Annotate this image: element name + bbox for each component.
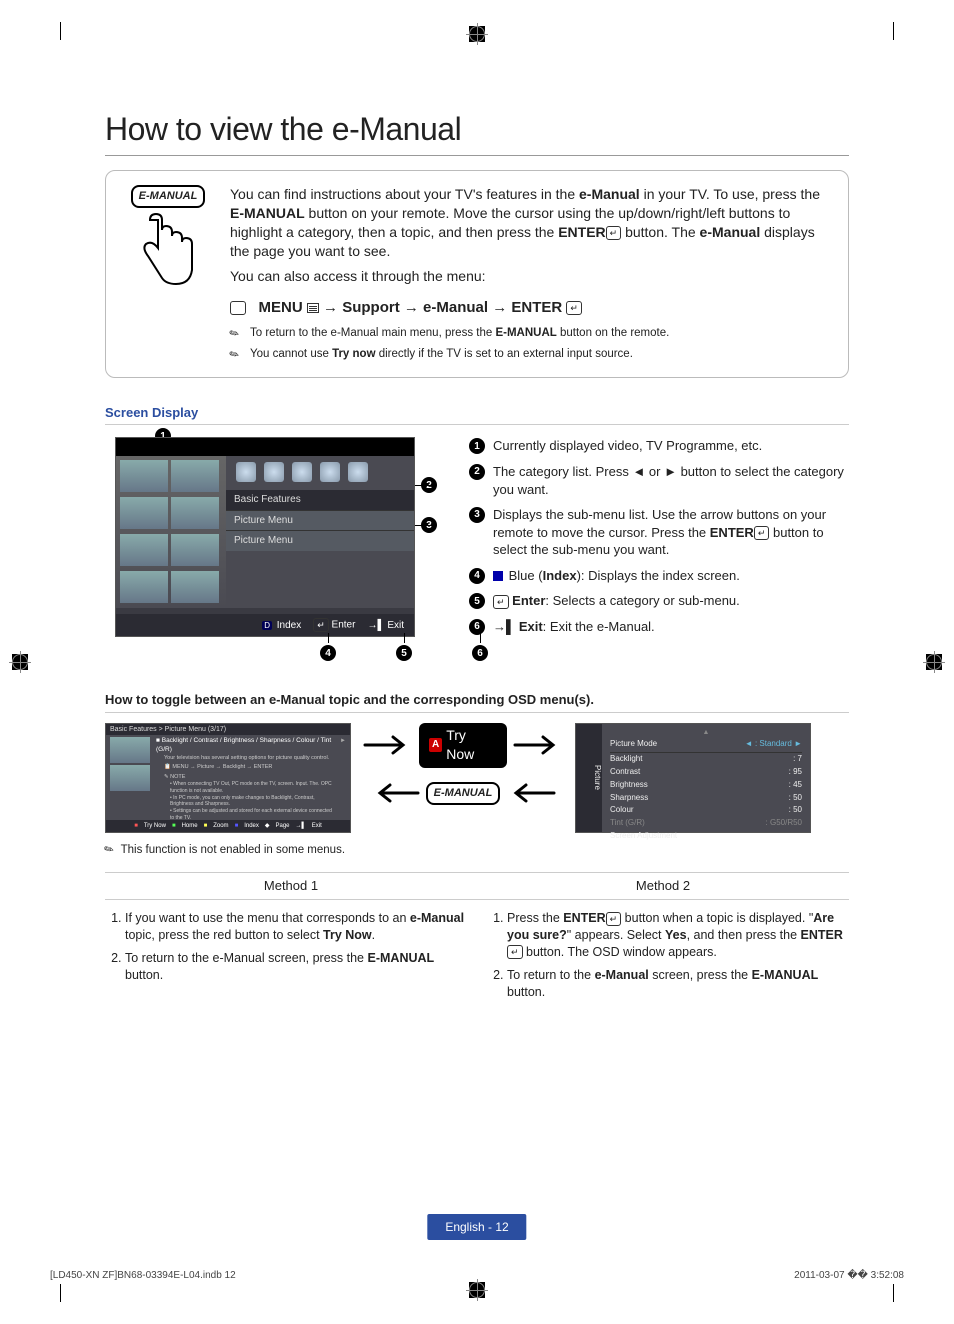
registration-mark xyxy=(12,654,28,670)
intro-paragraph-2: You can also access it through the menu: xyxy=(230,267,828,286)
screen-display-heading: Screen Display xyxy=(105,404,849,426)
method2-heading: Method 2 xyxy=(477,873,849,899)
note-icon: ✎ xyxy=(102,842,118,860)
emanual-pill: E-MANUAL xyxy=(426,782,501,805)
menu-icon xyxy=(307,303,319,313)
note-2: ✎ You cannot use Try now directly if the… xyxy=(230,347,828,363)
try-now-pill: ATry Now xyxy=(419,723,507,768)
enter-icon: ↵ xyxy=(493,595,509,609)
crop-mark xyxy=(893,1284,894,1302)
legend-5: ↵ Enter: Selects a category or sub-menu. xyxy=(493,592,849,610)
picture-menu-item: Picture Menu xyxy=(226,510,414,531)
note-3: ✎ This function is not enabled in some m… xyxy=(105,843,849,859)
crop-mark xyxy=(60,22,61,40)
screen-mock: 1 Basic Features Picture Menu Picture Me… xyxy=(105,437,435,643)
toggle-arrows: ATry Now E-MANUAL xyxy=(363,723,563,805)
registration-mark xyxy=(469,26,485,42)
menu-path: MENU → Support → e-Manual → ENTER ↵ xyxy=(230,298,828,318)
arrow-left-icon xyxy=(506,783,556,803)
footer-timestamp: 2011-03-07 �� 3:52:08 xyxy=(794,1269,904,1283)
note-icon: ✎ xyxy=(227,345,247,365)
enter-icon: ↵ xyxy=(606,226,622,240)
toggle-heading: How to toggle between an e-Manual topic … xyxy=(105,691,849,713)
legend-3: Displays the sub-menu list. Use the arro… xyxy=(493,506,849,559)
remote-icon xyxy=(230,301,246,315)
arrow-right-icon xyxy=(513,735,563,755)
enter-icon: ↵ xyxy=(313,618,329,632)
note-1: ✎ To return to the e-Manual main menu, p… xyxy=(230,326,828,342)
method-header: Method 1 Method 2 xyxy=(105,872,849,900)
registration-mark xyxy=(926,654,942,670)
enter-icon: ↵ xyxy=(606,912,622,926)
intro-paragraph-1: You can find instructions about your TV'… xyxy=(230,185,828,261)
blue-d-icon xyxy=(493,571,503,581)
legend-1: Currently displayed video, TV Programme,… xyxy=(493,437,849,455)
footer-filename: [LD450-XN ZF]BN68-03394E-L04.indb 12 xyxy=(50,1269,236,1283)
emanual-button-icon: E-MANUAL xyxy=(131,185,206,208)
crop-mark xyxy=(60,1284,61,1302)
callout-6: 6 xyxy=(472,645,488,661)
legend-2: The category list. Press ◄ or ► button t… xyxy=(493,463,849,498)
emanual-topic-mock: Basic Features > Picture Menu (3/17) ■ B… xyxy=(105,723,351,833)
intro-box: E-MANUAL You can find instructions about… xyxy=(105,170,849,378)
hand-press-icon xyxy=(138,210,198,288)
osd-menu-mock: Picture ▲ Picture Mode◄ : Standard ► Bac… xyxy=(575,723,811,833)
basic-features-label: Basic Features xyxy=(226,490,414,510)
crop-mark xyxy=(893,22,894,40)
method-1-steps: If you want to use the menu that corresp… xyxy=(105,910,467,1006)
enter-icon: ↵ xyxy=(566,301,582,315)
page-number: English - 12 xyxy=(427,1214,526,1240)
callout-5: 5 xyxy=(396,645,412,661)
picture-menu-item: Picture Menu xyxy=(226,530,414,551)
enter-icon: ↵ xyxy=(754,526,770,540)
method1-heading: Method 1 xyxy=(105,873,477,899)
legend-6: →▌ Exit: Exit the e-Manual. xyxy=(493,618,849,636)
enter-icon: ↵ xyxy=(507,945,523,959)
registration-mark xyxy=(469,1282,485,1298)
method-2-steps: Press the ENTER↵ button when a topic is … xyxy=(487,910,849,1006)
note-icon: ✎ xyxy=(227,323,247,343)
arrow-right-icon xyxy=(363,735,413,755)
legend-4: Blue (Index): Displays the index screen. xyxy=(493,567,849,585)
arrow-left-icon xyxy=(370,783,420,803)
page-title: How to view the e-Manual xyxy=(105,108,849,156)
legend: 1Currently displayed video, TV Programme… xyxy=(469,437,849,643)
callout-4: 4 xyxy=(320,645,336,661)
